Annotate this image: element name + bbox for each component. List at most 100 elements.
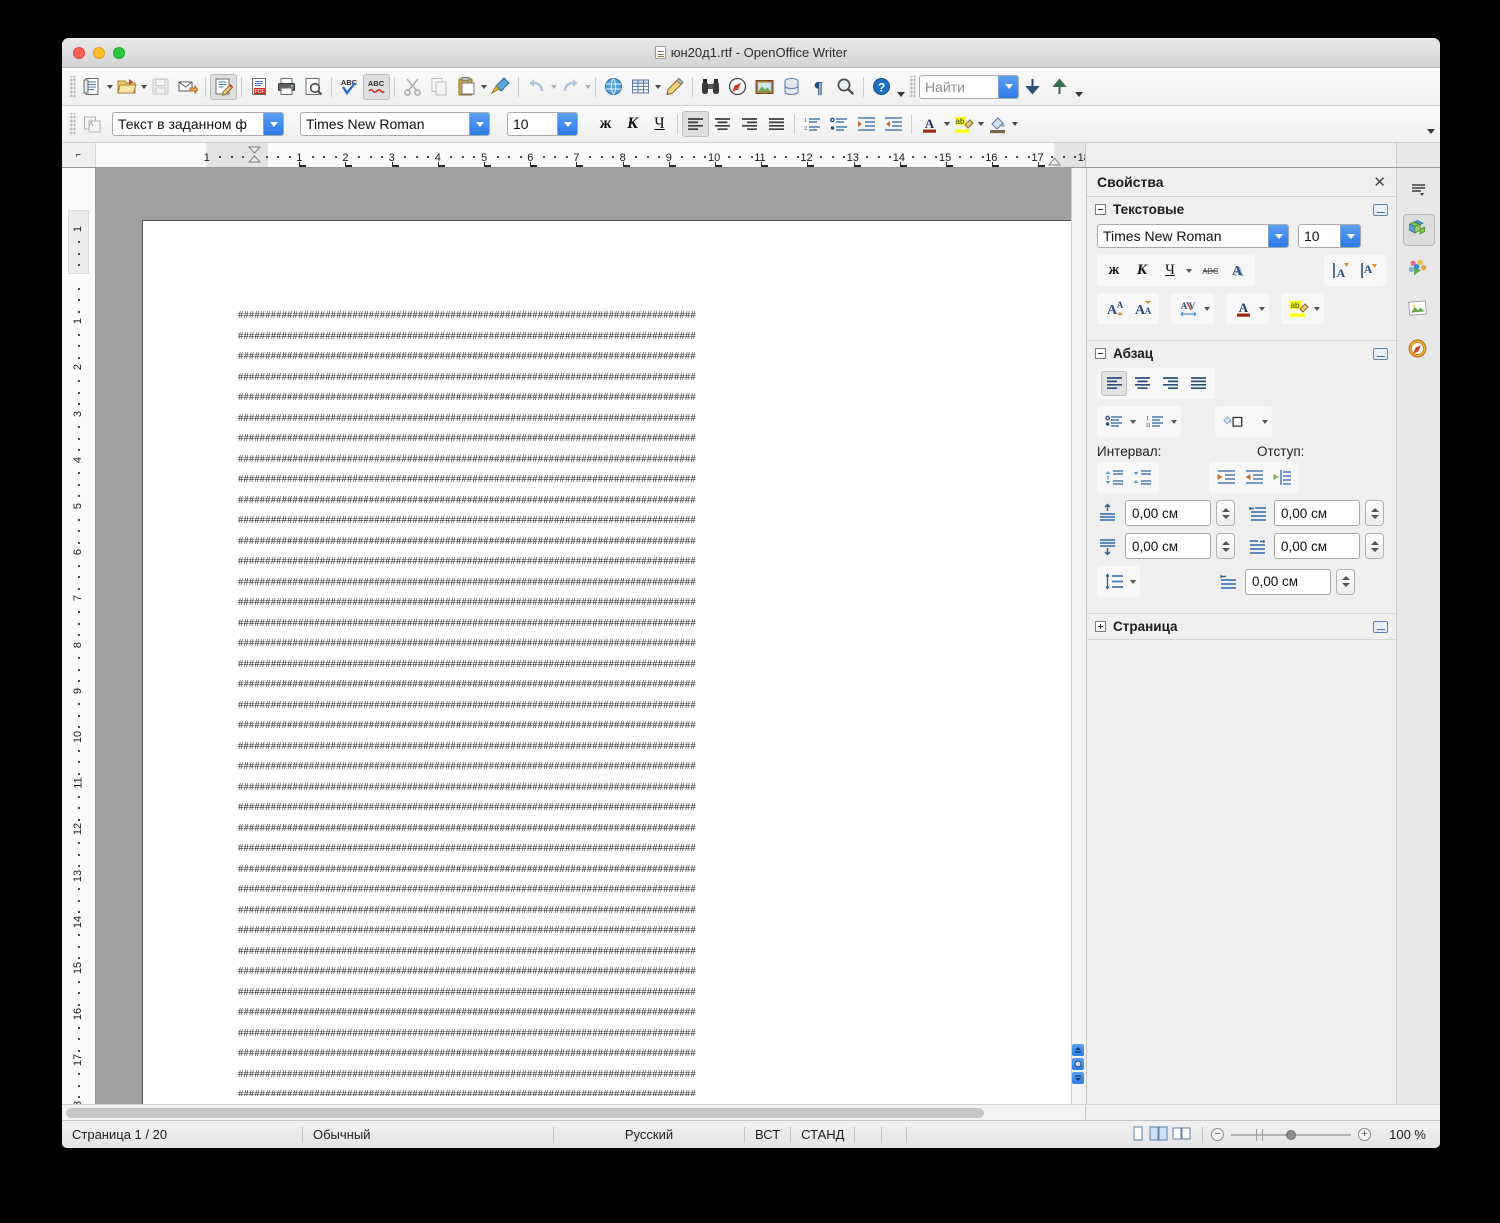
indent-before-stepper[interactable] <box>1365 500 1384 526</box>
decrease-font-size-button[interactable]: A A <box>1129 296 1155 321</box>
increase-spacing-button[interactable] <box>1101 465 1127 490</box>
search-dropdown-arrow[interactable] <box>998 75 1018 98</box>
character-panel-header[interactable]: Текстовые <box>1087 197 1396 222</box>
font-name-arrow[interactable] <box>469 113 489 135</box>
paragraph-style-arrow[interactable] <box>263 113 283 135</box>
sidebar-align-left-button[interactable] <box>1101 371 1127 396</box>
toolbar-grip[interactable] <box>69 75 76 98</box>
character-spacing-button[interactable]: A V <box>1175 296 1201 321</box>
horizontal-ruler[interactable]: 1123456789101112131415161718 <box>96 143 1085 167</box>
paragraph-background-button[interactable] <box>1219 409 1259 434</box>
language-status[interactable]: Русский <box>554 1127 744 1143</box>
find-next-button[interactable] <box>1019 74 1046 100</box>
ruler-tab-stop[interactable] <box>668 162 676 167</box>
paragraph-more-options-icon[interactable] <box>1373 347 1388 360</box>
font-name-combo[interactable]: Times New Roman <box>300 112 490 136</box>
close-icon[interactable]: ✕ <box>1373 173 1386 191</box>
underline-button[interactable]: Ч <box>646 111 673 137</box>
ruler-tab-stop[interactable] <box>992 162 1000 167</box>
document-modified-status[interactable] <box>855 1127 881 1143</box>
page-more-options-icon[interactable] <box>1373 620 1388 633</box>
space-above-stepper[interactable] <box>1216 500 1235 526</box>
italic-button[interactable]: К <box>619 111 646 137</box>
ruler-tab-stop[interactable] <box>484 162 491 167</box>
paragraph-panel-header[interactable]: Абзац <box>1087 341 1396 366</box>
ruler-tab-stop[interactable] <box>299 162 307 167</box>
paste-button[interactable] <box>453 74 480 100</box>
ruler-tab-stop[interactable] <box>853 162 861 167</box>
sidebar-numbered-list-button[interactable]: I II <box>1142 409 1168 434</box>
page-count-status[interactable]: Страница 1 / 20 <box>62 1127 302 1143</box>
new-document-button[interactable] <box>79 74 106 100</box>
ruler-tab-stop[interactable] <box>576 162 584 167</box>
single-page-view-button[interactable] <box>1129 1126 1146 1144</box>
formatting-marks-button[interactable]: ¶ <box>805 74 832 100</box>
paragraph-style-combo[interactable]: Текст в заданном ф <box>112 112 284 136</box>
page-preview-button[interactable] <box>300 74 327 100</box>
vertical-ruler[interactable]: 1123456789101112131415161718 <box>62 168 96 1104</box>
numbered-list-button[interactable]: 1 2 <box>799 111 826 137</box>
sidebar-strikethrough-button[interactable]: ABC <box>1197 258 1223 283</box>
gallery-button[interactable] <box>751 74 778 100</box>
save-document-button[interactable] <box>147 74 174 100</box>
right-indent-marker[interactable] <box>1047 153 1062 166</box>
align-left-button[interactable] <box>682 111 709 137</box>
hanging-indent-button[interactable] <box>1269 465 1295 490</box>
background-color-button[interactable] <box>984 111 1011 137</box>
expand-icon[interactable] <box>1095 621 1106 632</box>
indent-after-text-input[interactable]: 0,00 см <box>1274 533 1360 559</box>
bold-button[interactable]: ж <box>592 111 619 137</box>
document-canvas[interactable]: ########################################… <box>96 168 1086 1104</box>
font-size-arrow[interactable] <box>557 113 577 135</box>
sidebar-font-name-arrow[interactable] <box>1268 225 1288 247</box>
horizontal-scrollbar[interactable] <box>62 1105 1085 1120</box>
find-previous-button[interactable] <box>1046 74 1073 100</box>
zoom-in-icon[interactable]: + <box>1358 1128 1372 1141</box>
gallery-deck-button[interactable] <box>1403 294 1435 326</box>
sidebar-font-name-combo[interactable]: Times New Roman <box>1097 224 1289 248</box>
decrease-spacing-button[interactable] <box>1129 465 1155 490</box>
spelling-and-grammar-button[interactable]: ABC <box>336 74 363 100</box>
standard-toolbar-overflow[interactable] <box>895 74 906 100</box>
sidebar-highlighting-button[interactable]: ab <box>1285 296 1311 321</box>
send-document-as-email-button[interactable] <box>174 74 201 100</box>
selection-mode-status[interactable]: СТАНД <box>791 1127 854 1143</box>
subscript-button[interactable]: A <box>1356 258 1382 283</box>
sidebar-underline-button[interactable]: Ч <box>1157 258 1183 283</box>
redo-button[interactable] <box>557 74 584 100</box>
ruler-tab-stop[interactable] <box>715 162 722 167</box>
previous-page-button[interactable] <box>1072 1044 1084 1056</box>
ruler-tab-stop[interactable] <box>946 162 953 167</box>
indent-after-stepper[interactable] <box>1365 533 1384 559</box>
first-line-indent-marker[interactable] <box>247 146 262 163</box>
bulleted-list-dropdown[interactable] <box>1130 419 1136 424</box>
zoom-level-status[interactable]: 100 % <box>1379 1127 1440 1143</box>
superscript-button[interactable]: A <box>1328 258 1354 283</box>
export-as-pdf-button[interactable]: PDF <box>246 74 273 100</box>
sidebar-increase-indent-button[interactable] <box>1213 465 1239 490</box>
highlighting-button[interactable]: ab <box>950 111 977 137</box>
ruler-tab-stop[interactable] <box>807 162 815 167</box>
apply-style-button[interactable]: A <box>79 111 106 137</box>
indent-before-text-input[interactable]: 0,00 см <box>1274 500 1360 526</box>
background-color-dropdown[interactable] <box>1012 122 1018 126</box>
show-draw-functions-button[interactable] <box>661 74 688 100</box>
sidebar-font-size-combo[interactable]: 10 <box>1298 224 1361 248</box>
space-above-paragraph-input[interactable]: 0,00 см <box>1125 500 1211 526</box>
page-style-status[interactable]: Обычный <box>303 1127 553 1143</box>
insert-hyperlink-button[interactable] <box>600 74 627 100</box>
tab-stop-selector[interactable]: ⌐ <box>62 143 96 167</box>
sidebar-bold-button[interactable]: ж <box>1101 258 1127 283</box>
zoom-button[interactable] <box>832 74 859 100</box>
copy-button[interactable] <box>426 74 453 100</box>
font-color-button[interactable]: A <box>916 111 943 137</box>
character-spacing-dropdown[interactable] <box>1204 306 1210 311</box>
sidebar-align-right-button[interactable] <box>1157 371 1183 396</box>
document-page[interactable]: ########################################… <box>142 220 1086 1104</box>
navigation-target-button[interactable] <box>1072 1058 1084 1070</box>
align-justify-button[interactable] <box>763 111 790 137</box>
search-input[interactable]: Найти <box>919 74 1019 99</box>
horizontal-scrollbar-thumb[interactable] <box>66 1108 984 1118</box>
zoom-out-icon[interactable]: − <box>1211 1128 1225 1141</box>
character-more-options-icon[interactable] <box>1373 203 1388 216</box>
